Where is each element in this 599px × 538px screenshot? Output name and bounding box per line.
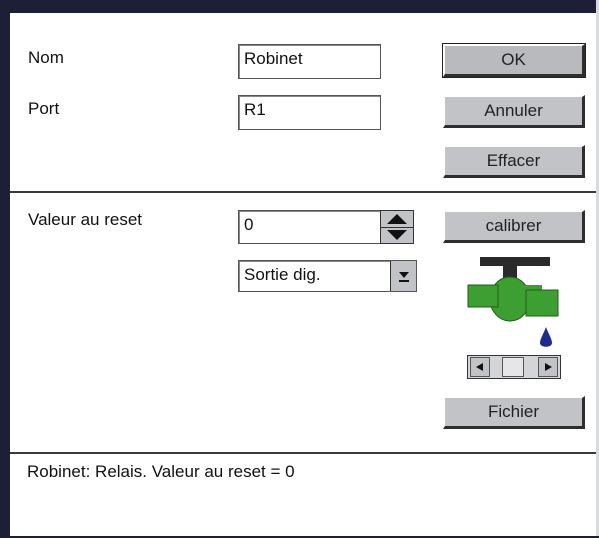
arrow-up-icon[interactable] (381, 211, 413, 228)
clear-button[interactable]: Effacer (443, 145, 585, 178)
reset-value-label: Valeur au reset (28, 210, 143, 229)
dropdown-arrow-icon[interactable] (390, 261, 416, 291)
arrow-down-icon[interactable] (381, 227, 413, 243)
port-input[interactable]: R1 (238, 95, 381, 130)
arrow-left-icon[interactable] (470, 357, 490, 377)
scrollbar-thumb[interactable] (502, 357, 524, 377)
section-divider-top (10, 191, 596, 193)
arrow-right-icon[interactable] (538, 357, 558, 377)
window-left-border (0, 0, 10, 538)
faucet-icon (467, 257, 559, 347)
ok-button[interactable]: OK (442, 43, 586, 78)
horizontal-scrollbar[interactable] (467, 355, 561, 379)
port-label: Port (28, 99, 60, 118)
reset-value-spinner[interactable] (380, 210, 414, 244)
reset-value-input[interactable]: 0 (238, 210, 381, 244)
cancel-button[interactable]: Annuler (443, 95, 585, 128)
section-divider-bottom (10, 452, 596, 454)
file-button[interactable]: Fichier (443, 396, 585, 429)
window-top-border (0, 0, 599, 13)
water-drop-icon (540, 327, 552, 347)
name-label: Nom (28, 48, 64, 67)
calibrate-button[interactable]: calibrer (443, 210, 585, 243)
status-text: Robinet: Relais. Valeur au reset = 0 (27, 462, 295, 481)
name-input[interactable]: Robinet (238, 44, 381, 79)
